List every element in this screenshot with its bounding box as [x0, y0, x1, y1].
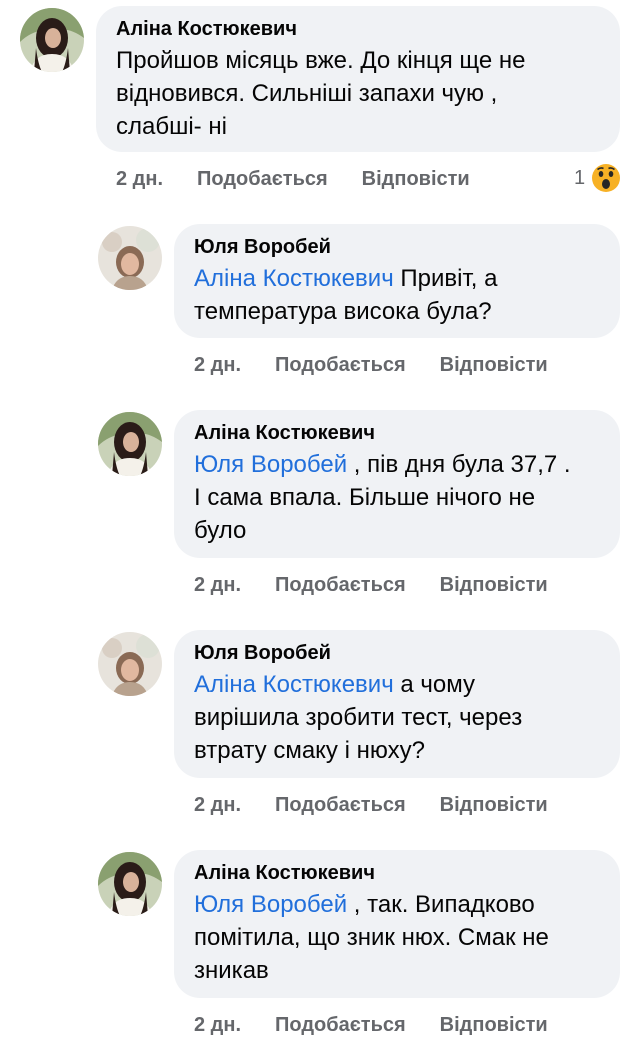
comment-author[interactable]: Аліна Костюкевич: [194, 420, 600, 446]
avatar-yulia[interactable]: [98, 226, 162, 290]
comment-time[interactable]: 2 дн.: [194, 574, 241, 597]
comment-text: Аліна Костюкевич а чому вирішила зробити…: [194, 668, 600, 767]
reply-button[interactable]: Відповісти: [362, 168, 470, 191]
comment-author[interactable]: Юля Воробей: [194, 640, 600, 666]
mention-link[interactable]: Юля Воробей: [194, 451, 347, 478]
avatar-yulia[interactable]: [98, 632, 162, 696]
avatar-yulia-image: [98, 632, 162, 696]
like-button[interactable]: Подобається: [275, 1014, 406, 1037]
comment-text-line: помітила, що зник нюх. Смак не: [194, 924, 549, 951]
comment-text-line: , пів дня була 37,7 .: [347, 451, 571, 478]
comment-text: Пройшов місяць вже. До кінця ще не відно…: [116, 44, 600, 143]
comment-bubble: Аліна Костюкевич Юля Воробей , так. Випа…: [174, 850, 620, 998]
reply-button[interactable]: Відповісти: [440, 1014, 548, 1037]
avatar-alina[interactable]: [20, 8, 84, 72]
mention-link[interactable]: Аліна Костюкевич: [194, 265, 394, 292]
comment-actions: 2 дн. Подобається Відповісти: [194, 790, 548, 820]
comment-text: Юля Воробей , так. Випадково помітила, щ…: [194, 888, 600, 987]
reply-button[interactable]: Відповісти: [440, 354, 548, 377]
reaction-count: 1: [574, 166, 586, 189]
comment-text-line: , так. Випадково: [347, 891, 535, 918]
like-button[interactable]: Подобається: [275, 574, 406, 597]
comment-time[interactable]: 2 дн.: [194, 354, 241, 377]
reply-button[interactable]: Відповісти: [440, 794, 548, 817]
comment-bubble: Юля Воробей Аліна Костюкевич а чому вирі…: [174, 630, 620, 778]
avatar-alina-image: [98, 412, 162, 476]
avatar-alina-image: [20, 8, 84, 72]
avatar-yulia-image: [98, 226, 162, 290]
reply-button[interactable]: Відповісти: [440, 574, 548, 597]
comment-author[interactable]: Аліна Костюкевич: [116, 16, 600, 42]
comment-text-line: температура висока була?: [194, 298, 492, 325]
comment-author[interactable]: Аліна Костюкевич: [194, 860, 600, 886]
comment-text-line: вирішила зробити тест, через: [194, 704, 523, 731]
comment-actions: 2 дн. Подобається Відповісти: [194, 1010, 548, 1040]
comment-time[interactable]: 2 дн.: [194, 1014, 241, 1037]
mention-link[interactable]: Юля Воробей: [194, 891, 347, 918]
comment-time[interactable]: 2 дн.: [194, 794, 241, 817]
comment-text-line: було: [194, 517, 247, 544]
like-button[interactable]: Подобається: [275, 794, 406, 817]
comment-text-line: а чому: [393, 671, 476, 698]
comment-text: Аліна Костюкевич Привіт, а температура в…: [194, 262, 600, 328]
avatar-alina[interactable]: [98, 852, 162, 916]
like-button[interactable]: Подобається: [275, 354, 406, 377]
like-button[interactable]: Подобається: [197, 168, 328, 191]
comment-text-line: Пройшов місяць вже. До кінця ще не: [116, 47, 526, 74]
comment-time[interactable]: 2 дн.: [116, 168, 163, 191]
comment-text: Юля Воробей , пів дня була 37,7 . І сама…: [194, 448, 600, 547]
comment-bubble: Аліна Костюкевич Пройшов місяць вже. До …: [96, 6, 620, 152]
wow-reaction-icon: [592, 164, 621, 192]
comment-text-line: слабші- ні: [116, 113, 227, 140]
comment-bubble: Аліна Костюкевич Юля Воробей , пів дня б…: [174, 410, 620, 558]
comment-bubble: Юля Воробей Аліна Костюкевич Привіт, а т…: [174, 224, 620, 338]
avatar-alina-image: [98, 852, 162, 916]
comment-actions: 2 дн. Подобається Відповісти: [194, 570, 548, 600]
avatar-alina[interactable]: [98, 412, 162, 476]
comment-author[interactable]: Юля Воробей: [194, 234, 600, 260]
reaction-summary[interactable]: 1: [574, 163, 621, 193]
comment-text-line: відновився. Сильніші запахи чую ,: [116, 80, 498, 107]
mention-link[interactable]: Аліна Костюкевич: [194, 671, 394, 698]
comment-text-line: зникав: [194, 957, 269, 984]
comment-text-line: Привіт, а: [393, 265, 498, 292]
comment-text-line: втрату смаку і нюху?: [194, 737, 425, 764]
comment-actions: 2 дн. Подобається Відповісти: [194, 350, 548, 380]
comment-text-line: І сама впала. Більше нічого не: [194, 484, 536, 511]
comment-actions: 2 дн. Подобається Відповісти: [116, 164, 470, 194]
